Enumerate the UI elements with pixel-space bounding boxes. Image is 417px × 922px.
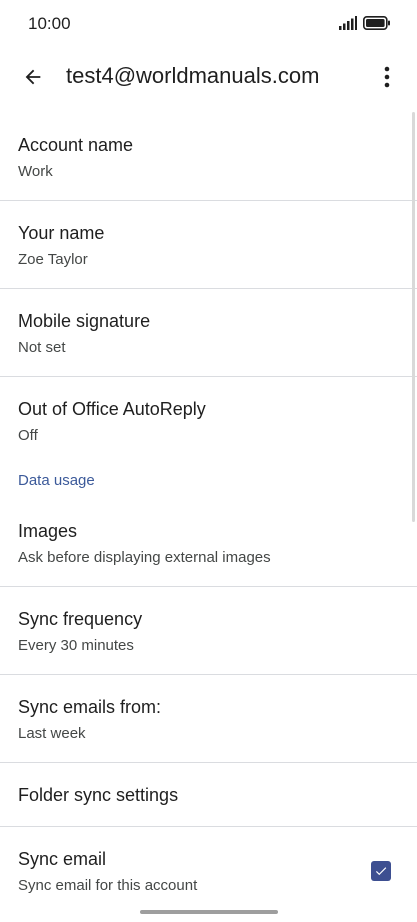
sync-frequency-setting[interactable]: Sync frequency Every 30 minutes [0, 587, 417, 675]
setting-summary: Sync email for this account [18, 877, 198, 894]
sync-email-checkbox[interactable] [371, 861, 391, 881]
setting-summary: Last week [18, 725, 86, 742]
setting-title: Your name [18, 223, 105, 243]
status-time: 10:00 [28, 14, 71, 33]
battery-icon [363, 16, 390, 30]
setting-summary: Zoe Taylor [18, 251, 88, 268]
settings-list: Account name Work Your name Zoe Taylor M… [0, 113, 417, 915]
setting-summary: Every 30 minutes [18, 637, 134, 654]
sync-email-setting[interactable]: Sync email Sync email for this account [0, 827, 417, 915]
mobile-signature-setting[interactable]: Mobile signature Not set [0, 289, 417, 377]
setting-title: Sync frequency [18, 609, 143, 629]
folder-sync-settings[interactable]: Folder sync settings [0, 763, 417, 827]
setting-title: Mobile signature [18, 311, 151, 331]
setting-summary: Ask before displaying external images [18, 549, 271, 566]
setting-summary: Off [18, 427, 38, 444]
setting-summary: Work [18, 163, 53, 180]
status-bar: 10:00 [0, 0, 417, 48]
sync-emails-from-setting[interactable]: Sync emails from: Last week [0, 675, 417, 763]
data-usage-header: Data usage [0, 465, 417, 499]
home-indicator[interactable] [140, 910, 278, 914]
more-vert-icon [384, 66, 390, 88]
setting-title: Folder sync settings [18, 785, 179, 805]
setting-title: Images [18, 521, 78, 541]
app-bar: test4@worldmanuals.com [0, 48, 417, 106]
setting-title: Sync emails from: [18, 697, 162, 717]
back-arrow-icon [25, 69, 41, 85]
setting-title: Account name [18, 135, 134, 155]
status-icons [339, 14, 391, 32]
setting-title: Sync email [18, 849, 107, 869]
setting-summary: Not set [18, 339, 66, 356]
back-button[interactable] [18, 62, 48, 92]
more-options-button[interactable] [375, 62, 399, 92]
setting-title: Out of Office AutoReply [18, 399, 206, 419]
scrollbar[interactable] [412, 112, 415, 522]
section-header-label: Data usage [18, 472, 95, 489]
check-icon [375, 867, 387, 876]
page-title: test4@worldmanuals.com [66, 63, 320, 88]
signal-icon [339, 16, 357, 30]
out-of-office-setting[interactable]: Out of Office AutoReply Off [0, 377, 417, 465]
images-setting[interactable]: Images Ask before displaying external im… [0, 499, 417, 587]
your-name-setting[interactable]: Your name Zoe Taylor [0, 201, 417, 289]
account-name-setting[interactable]: Account name Work [0, 113, 417, 201]
